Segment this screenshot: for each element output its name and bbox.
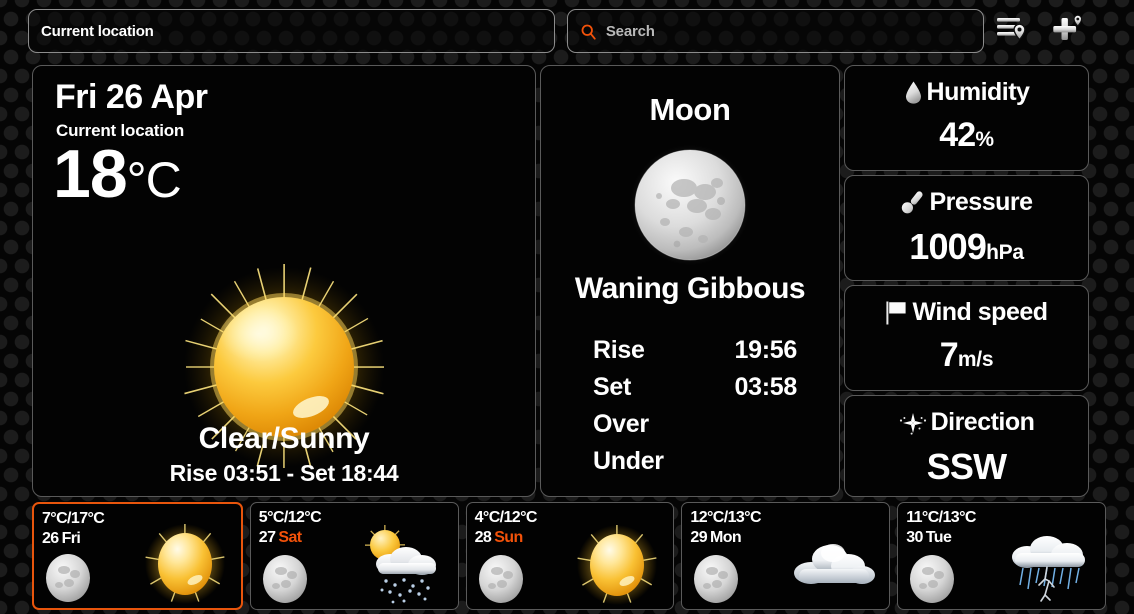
moon-rise-label: Rise [593,336,645,364]
moon-under-label: Under [593,447,664,475]
forecast-card[interactable]: 5°C/12°C 27 Sat [249,502,459,610]
pressure-value-row: 1009hPa [845,226,1088,268]
moon-icon [906,553,958,605]
humidity-unit: % [975,128,994,151]
current-sun-times: Rise 03:51 - Set 18:44 [169,460,399,486]
search-input[interactable]: Search [566,9,984,53]
forecast-date: 30 [906,529,923,546]
humidity-value-row: 42% [845,116,1088,155]
pressure-label: Pressure [929,188,1033,216]
forecast-weekday: Sun [494,529,523,546]
humidity-panel[interactable]: Humidity 42% [844,65,1089,171]
forecast-day: 30 Tue [906,529,952,547]
location-input[interactable]: Current location [28,9,555,53]
forecast-day: 28 Sun [474,529,524,547]
search-icon [580,23,597,40]
moon-phase-text: Waning Gibbous [574,272,806,305]
thunderstorm-icon [1001,523,1097,607]
current-temperature-unit: °C [126,152,182,208]
forecast-temps: 11°C/13°C [906,509,976,526]
current-conditions-panel[interactable]: Fri 26 Apr Current location 18°C Clear/S… [32,65,536,497]
moon-panel[interactable]: Moon Waning Gibbous Rise 19:56 Set 03:58… [540,65,840,497]
moon-set-value: 03:58 [734,373,798,401]
forecast-card[interactable]: 11°C/13°C 30 Tue [897,502,1106,610]
location-input-value: Current location [41,22,154,40]
sun-icon [137,522,233,606]
moon-icon [42,552,94,604]
moon-times-row: Under [593,443,797,480]
wind-speed-value: 7 [939,336,959,374]
moon-panel-title: Moon [649,92,731,127]
forecast-weekday: Tue [925,529,952,546]
forecast-strip: 7°C/17°C 26 Fri 5°C/12°C 27 Sat 4°C/12°C… [32,502,1106,610]
wind-speed-value-row: 7m/s [845,336,1088,375]
add-location-icon[interactable] [1052,14,1086,49]
forecast-weekday: Sat [278,529,302,546]
top-bar: Current location Search [0,0,1134,62]
sun-rain-icon [354,523,450,607]
forecast-date: 29 [690,529,707,546]
moon-icon [259,553,311,605]
search-input-placeholder: Search [605,22,655,40]
current-temperature-value: 18 [53,136,128,212]
moon-times-table: Rise 19:56 Set 03:58 Over Under [593,332,797,480]
humidity-value: 42 [939,116,976,154]
forecast-weekday: Fri [61,530,81,547]
weather-app: Current location Search Fri 26 Apr Curre… [0,0,1134,614]
compass-icon [899,410,927,436]
forecast-day: 29 Mon [690,529,741,547]
pressure-value: 1009 [909,226,987,267]
wind-speed-label: Wind speed [912,298,1048,326]
moon-icon [690,553,742,605]
humidity-header: Humidity [845,78,1088,107]
moon-times-row: Set 03:58 [593,369,797,406]
water-drop-icon [904,80,923,105]
forecast-card[interactable]: 12°C/13°C 29 Mon [681,502,891,610]
forecast-day: 27 Sat [259,529,302,547]
pressure-unit: hPa [986,241,1024,264]
moon-times-row: Rise 19:56 [593,332,797,369]
sun-icon [569,523,665,607]
moon-over-label: Over [593,410,649,438]
forecast-temps: 4°C/12°C [474,509,538,526]
moon-icon [629,144,751,266]
forecast-temps: 7°C/17°C [42,510,105,527]
forecast-date: 28 [474,529,492,546]
wind-direction-header: Direction [845,408,1088,437]
wind-speed-unit: m/s [957,348,994,371]
current-temperature: 18°C [53,140,182,208]
pressure-header: Pressure [845,188,1088,217]
forecast-day: 26 Fri [42,530,81,548]
moon-rise-value: 19:56 [734,336,798,364]
forecast-date: 27 [258,529,276,546]
forecast-temps: 5°C/12°C [258,509,322,526]
top-bar-actions [996,14,1122,49]
humidity-label: Humidity [926,78,1030,106]
moon-icon [475,553,527,605]
current-date: Fri 26 Apr [55,78,208,116]
forecast-weekday: Mon [710,529,742,546]
wind-direction-value: SSW [926,446,1007,487]
forecast-card[interactable]: 4°C/12°C 28 Sun [465,502,675,610]
flag-icon [885,300,908,326]
current-condition-text: Clear/Sunny [198,422,370,455]
wind-direction-value-row: SSW [845,446,1088,488]
dashboard: Fri 26 Apr Current location 18°C Clear/S… [28,62,1106,614]
wind-direction-label: Direction [930,408,1035,436]
location-list-icon[interactable] [996,14,1030,49]
pressure-panel[interactable]: Pressure 1009hPa [844,175,1089,281]
forecast-temps: 12°C/13°C [690,509,761,526]
moon-set-label: Set [593,373,632,401]
wind-speed-panel[interactable]: Wind speed 7m/s [844,285,1089,391]
forecast-card[interactable]: 7°C/17°C 26 Fri [32,502,243,610]
forecast-date: 26 [42,530,59,547]
thermometer-icon [900,190,925,215]
moon-times-row: Over [593,406,797,443]
wind-direction-panel[interactable]: Direction SSW [844,395,1089,497]
wind-speed-header: Wind speed [845,298,1088,327]
cloud-icon [785,523,881,607]
